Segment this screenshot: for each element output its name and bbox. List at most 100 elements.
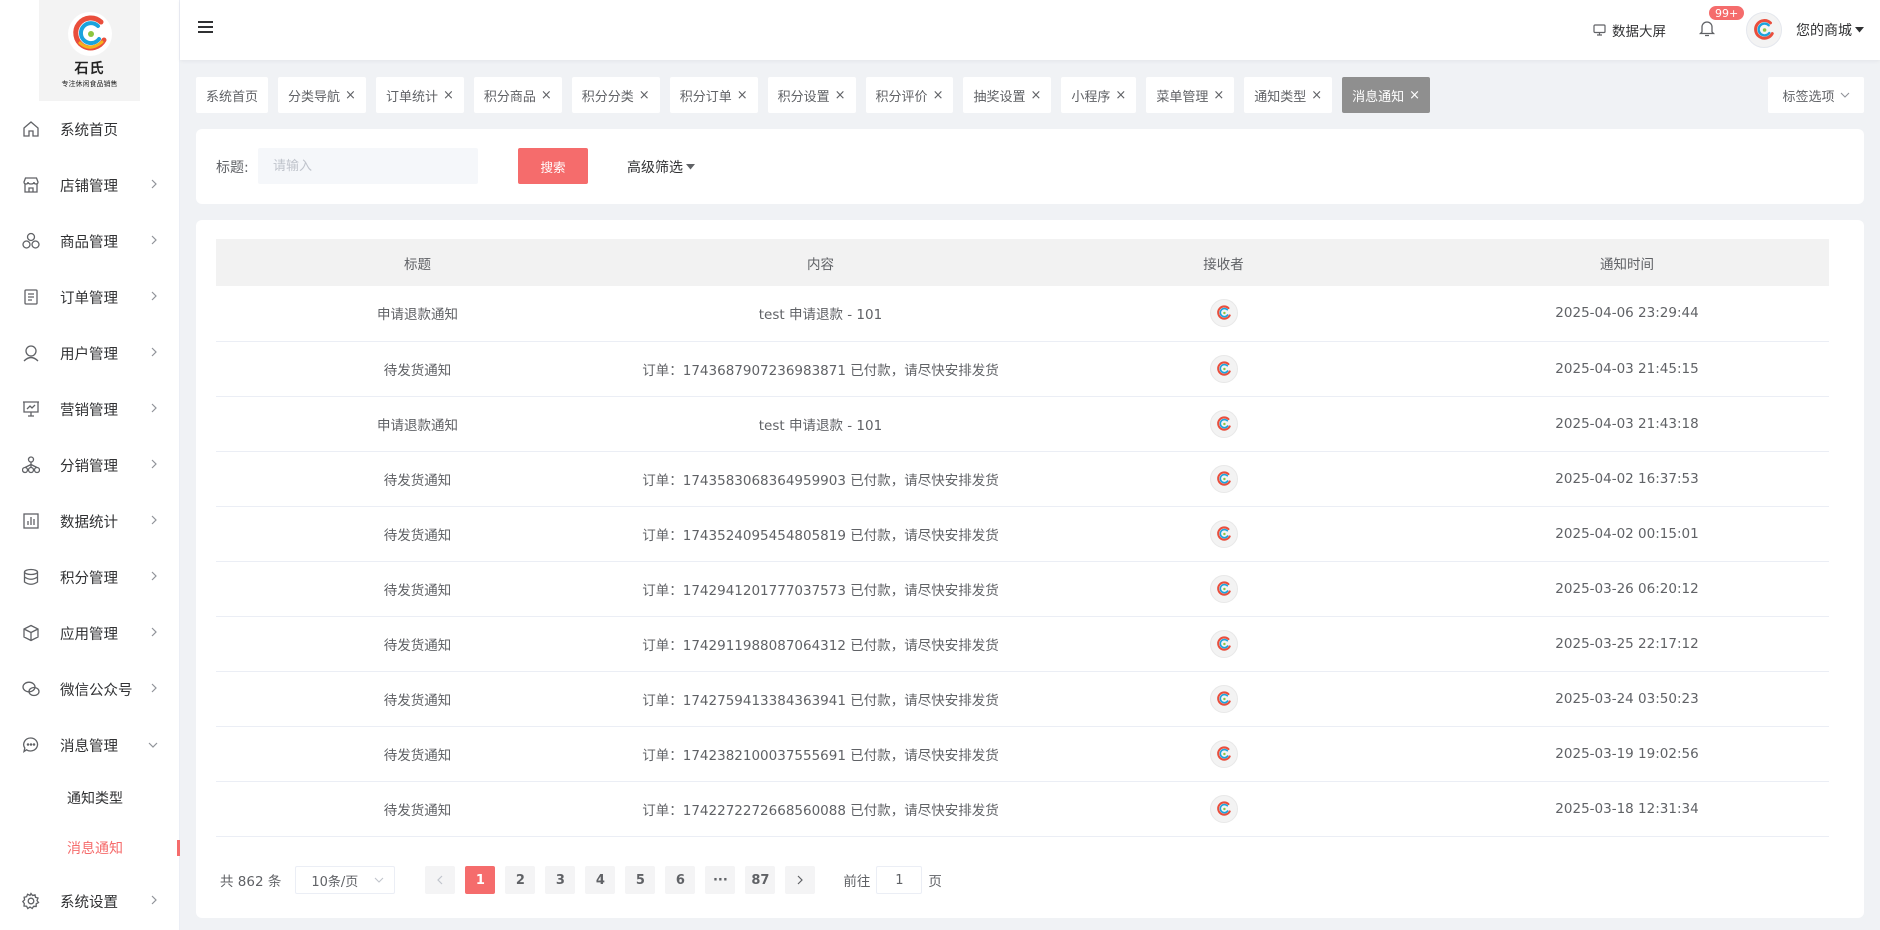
sidebar-item-label: 商品管理 bbox=[60, 234, 118, 251]
close-icon[interactable]: × bbox=[1030, 88, 1041, 103]
sidebar-item-wechat[interactable]: 微信公众号 bbox=[0, 661, 180, 717]
sidebar-subitem-notify-type[interactable]: 通知类型 bbox=[0, 773, 180, 823]
page-number-button[interactable]: ··· bbox=[705, 866, 736, 894]
menu-toggle-icon[interactable] bbox=[198, 21, 213, 35]
tab-tag-label: 抽奖设置 bbox=[973, 89, 1026, 105]
cell-title: 申请退款通知 bbox=[377, 307, 458, 324]
page-number-button[interactable]: 5 bbox=[625, 866, 656, 894]
tab-tag[interactable]: 积分商品 × bbox=[473, 77, 562, 113]
sidebar-item-points[interactable]: 积分管理 bbox=[0, 549, 180, 605]
close-icon[interactable]: × bbox=[443, 88, 454, 103]
page-number-button[interactable]: 2 bbox=[505, 866, 536, 894]
tab-tag[interactable]: 积分订单 × bbox=[669, 77, 758, 113]
cell-time: 2025-03-19 19:02:56 bbox=[1555, 745, 1699, 762]
close-icon[interactable]: × bbox=[1213, 88, 1224, 103]
tab-tag-label: 积分订单 bbox=[679, 89, 732, 105]
page-size-select[interactable]: 10条/页 bbox=[295, 866, 396, 894]
close-icon[interactable]: × bbox=[933, 88, 944, 103]
table-row[interactable]: 待发货通知 订单：1743687907236983871 已付款，请尽快安排发货 2… bbox=[216, 341, 1829, 396]
cell-time: 2025-04-02 00:15:01 bbox=[1555, 525, 1699, 542]
distribution-icon bbox=[22, 456, 40, 474]
shop-menu-dropdown[interactable]: 您的商城 bbox=[1796, 20, 1864, 40]
cell-title: 待发货通知 bbox=[383, 692, 452, 709]
sidebar-item-settings[interactable]: 系统设置 bbox=[0, 873, 180, 929]
page-number-button[interactable]: 87 bbox=[745, 866, 776, 894]
tab-tag[interactable]: 积分分类 × bbox=[571, 77, 660, 113]
avatar[interactable] bbox=[1746, 12, 1782, 48]
sidebar-item-distribution[interactable]: 分销管理 bbox=[0, 437, 180, 493]
tab-tag[interactable]: 积分设置 × bbox=[767, 77, 856, 113]
sidebar-item-messages[interactable]: 消息管理 bbox=[0, 717, 180, 773]
cell-title: 待发货通知 bbox=[383, 637, 452, 654]
chevron-right-icon bbox=[150, 177, 158, 193]
cell-receiver bbox=[1022, 616, 1425, 671]
search-button[interactable]: 搜索 bbox=[518, 148, 588, 184]
table-row[interactable]: 待发货通知 订单：1743583068364959903 已付款，请尽快安排发货 2… bbox=[216, 451, 1829, 506]
goto-page-input[interactable] bbox=[876, 866, 923, 894]
page-number-button[interactable]: 3 bbox=[545, 866, 576, 894]
tab-tag[interactable]: 通知类型 × bbox=[1244, 77, 1333, 113]
tab-tag[interactable]: 消息通知 × bbox=[1342, 77, 1431, 113]
column-header-title[interactable]: 标题 bbox=[216, 239, 619, 286]
tab-tag[interactable]: 积分评价 × bbox=[865, 77, 954, 113]
close-icon[interactable]: × bbox=[345, 88, 356, 103]
page-number-button[interactable]: 6 bbox=[665, 866, 696, 894]
tab-tag[interactable]: 分类导航 × bbox=[278, 77, 366, 113]
sidebar-item-label: 用户管理 bbox=[60, 346, 118, 363]
sidebar-item-orders[interactable]: 订单管理 bbox=[0, 269, 180, 325]
table-row[interactable]: 待发货通知 订单：1742759413384363941 已付款，请尽快安排发货 2… bbox=[216, 671, 1829, 726]
cell-receiver bbox=[1022, 451, 1425, 506]
table-row[interactable]: 申请退款通知 test 申请退款 - 101 2025-04-06 23:29:44 bbox=[216, 286, 1829, 341]
page-number-button[interactable]: 1 bbox=[465, 866, 496, 894]
tab-tag[interactable]: 抽奖设置 × bbox=[963, 77, 1052, 113]
title-search-input[interactable] bbox=[258, 148, 478, 184]
close-icon[interactable]: × bbox=[1409, 88, 1420, 103]
close-icon[interactable]: × bbox=[639, 88, 650, 103]
table-row[interactable]: 待发货通知 订单：1742382100037555691 已付款，请尽快安排发货 2… bbox=[216, 726, 1829, 781]
sidebar-item-marketing[interactable]: 营销管理 bbox=[0, 381, 180, 437]
notification-table: 标题 内容 接收者 通知时间 申请退款通知 test 申请退款 - 101 2025… bbox=[216, 239, 1829, 837]
cell-time: 2025-03-18 12:31:34 bbox=[1555, 800, 1699, 817]
brand-name: 石氏 bbox=[74, 61, 105, 77]
cell-time: 2025-04-06 23:29:44 bbox=[1555, 305, 1699, 322]
tab-tag[interactable]: 订单统计 × bbox=[375, 77, 464, 113]
sidebar-item-label: 数据统计 bbox=[60, 514, 118, 531]
close-icon[interactable]: × bbox=[541, 88, 552, 103]
table-header-row: 标题 内容 接收者 通知时间 bbox=[216, 239, 1829, 286]
notification-button[interactable]: 99+ bbox=[1698, 5, 1746, 41]
tab-tag[interactable]: 菜单管理 × bbox=[1146, 77, 1235, 113]
close-icon[interactable]: × bbox=[737, 88, 748, 103]
close-icon[interactable]: × bbox=[835, 88, 846, 103]
column-header-receiver[interactable]: 接收者 bbox=[1022, 239, 1425, 286]
data-screen-button[interactable]: 数据大屏 bbox=[1593, 20, 1666, 40]
sidebar-subitem-label: 消息通知 bbox=[67, 841, 123, 857]
column-header-content[interactable]: 内容 bbox=[619, 239, 1022, 286]
table-row[interactable]: 待发货通知 订单：1743524095454805819 已付款，请尽快安排发货 2… bbox=[216, 506, 1829, 561]
cell-receiver bbox=[1022, 341, 1425, 396]
cell-content: 订单：1742759413384363941 已付款，请尽快安排发货 bbox=[642, 692, 999, 709]
cell-title: 待发货通知 bbox=[383, 582, 452, 599]
close-icon[interactable]: × bbox=[1311, 88, 1322, 103]
close-icon[interactable]: × bbox=[1115, 88, 1126, 103]
sidebar-item-store[interactable]: 店铺管理 bbox=[0, 157, 180, 213]
tab-tag[interactable]: 小程序 × bbox=[1061, 77, 1137, 113]
page-number-button[interactable]: 4 bbox=[585, 866, 616, 894]
table-row[interactable]: 申请退款通知 test 申请退款 - 101 2025-04-03 21:43:18 bbox=[216, 396, 1829, 451]
table-row[interactable]: 待发货通知 订单：1742911988087064312 已付款，请尽快安排发货 2… bbox=[216, 616, 1829, 671]
advanced-filter-toggle[interactable]: 高级筛选 bbox=[627, 157, 695, 177]
table-row[interactable]: 待发货通知 订单：1742272272668560088 已付款，请尽快安排发货 2… bbox=[216, 781, 1829, 836]
table-row[interactable]: 待发货通知 订单：1742941201777037573 已付款，请尽快安排发货 2… bbox=[216, 561, 1829, 616]
sidebar-item-stats[interactable]: 数据统计 bbox=[0, 493, 180, 549]
column-header-time[interactable]: 通知时间 bbox=[1425, 239, 1829, 286]
sidebar-item-home[interactable]: 系统首页 bbox=[0, 101, 180, 157]
sidebar-subitem-message-notice[interactable]: 消息通知 bbox=[0, 823, 180, 873]
sidebar-item-apps[interactable]: 应用管理 bbox=[0, 605, 180, 661]
next-page-button[interactable] bbox=[785, 866, 816, 894]
tab-tag-label: 分类导航 bbox=[288, 89, 341, 105]
cell-title: 待发货通知 bbox=[383, 747, 452, 764]
prev-page-button[interactable] bbox=[425, 866, 456, 894]
tag-options-dropdown[interactable]: 标签选项 bbox=[1768, 77, 1864, 113]
sidebar-item-goods[interactable]: 商品管理 bbox=[0, 213, 180, 269]
tab-tag[interactable]: 系统首页 bbox=[196, 77, 269, 113]
sidebar-item-users[interactable]: 用户管理 bbox=[0, 325, 180, 381]
